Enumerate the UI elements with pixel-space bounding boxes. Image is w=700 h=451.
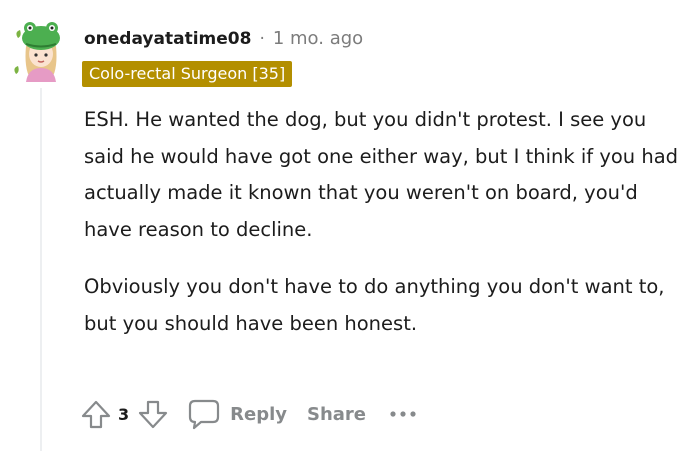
downvote-arrow-icon[interactable] — [135, 396, 171, 432]
avatar[interactable] — [12, 18, 70, 82]
comment-header: onedayatatime08 · 1 mo. ago — [84, 28, 363, 49]
avatar-image — [14, 22, 60, 82]
comment-bubble-icon — [187, 397, 221, 431]
reply-button[interactable]: Reply — [187, 397, 287, 431]
thread-line[interactable] — [40, 88, 42, 451]
comment-paragraph: ESH. He wanted the dog, but you didn't p… — [84, 108, 679, 241]
upvote-arrow-icon[interactable] — [78, 396, 114, 432]
comment-body: ESH. He wanted the dog, but you didn't p… — [84, 102, 684, 363]
reply-label: Reply — [230, 403, 287, 425]
username[interactable]: onedayatatime08 — [84, 29, 251, 49]
user-flair: Colo-rectal Surgeon [35] — [82, 61, 293, 87]
vote-count: 3 — [118, 404, 130, 424]
action-bar: 3 Reply Share — [78, 394, 418, 434]
comment-paragraph: Obviously you don't have to do anything … — [84, 275, 665, 335]
share-button[interactable]: Share — [307, 404, 366, 425]
timestamp[interactable]: 1 mo. ago — [273, 28, 363, 49]
ellipsis-icon[interactable] — [388, 409, 418, 419]
separator-dot: · — [259, 29, 265, 49]
